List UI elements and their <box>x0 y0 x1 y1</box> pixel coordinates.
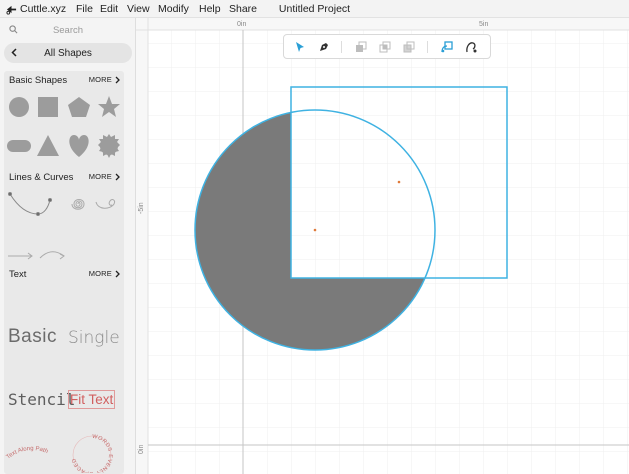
star-shape-icon <box>98 96 120 117</box>
square-center-point[interactable] <box>397 180 401 184</box>
menu-edit[interactable]: Edit <box>100 3 118 15</box>
canvas-svg: 0in 5in -5in 0in <box>136 18 629 474</box>
lines-curves-section: Lines & Curves MORE <box>4 168 124 272</box>
all-shapes-button[interactable]: All Shapes <box>4 43 132 63</box>
chevron-right-icon <box>115 76 120 83</box>
menu-bar: Cuttle.xyz File Edit View Modify Help Sh… <box>0 0 629 18</box>
chevron-right-icon <box>115 270 120 277</box>
menu-help[interactable]: Help <box>199 3 221 15</box>
more-label: MORE <box>88 75 112 84</box>
circle-shape-icon <box>9 97 29 117</box>
ruler-label-0in: 0in <box>237 21 246 28</box>
intersect-icon[interactable] <box>402 40 416 54</box>
toolbar-separator <box>341 41 342 53</box>
lines-curves-more-button[interactable]: MORE <box>89 172 120 181</box>
basic-shapes-section: Basic Shapes MORE <box>4 71 124 173</box>
chevron-right-icon <box>115 173 120 180</box>
toolbar-separator <box>427 41 428 53</box>
link-icon[interactable] <box>440 40 454 54</box>
text-sample-stencil[interactable]: Stencil <box>8 390 75 409</box>
menu-view[interactable]: View <box>127 3 150 15</box>
triangle-shape-icon <box>37 135 59 156</box>
difference-icon[interactable] <box>378 40 392 54</box>
text-section: Text MORE Basic Single Stencil Fit Text … <box>4 265 124 474</box>
spiral-icon <box>71 199 85 210</box>
menu-modify[interactable]: Modify <box>158 3 189 15</box>
more-label: MORE <box>88 172 112 181</box>
cuttle-logo-icon <box>6 5 17 15</box>
bezier-curve-icon <box>8 192 52 216</box>
curved-arrow-icon <box>39 251 65 260</box>
arrow-line-icon <box>8 252 33 260</box>
pointer-tool-icon[interactable] <box>293 40 307 54</box>
project-title[interactable]: Untitled Project <box>279 3 350 15</box>
pen-tool-icon[interactable] <box>317 40 331 54</box>
shapes-sidebar: All Shapes Basic Shapes MORE <box>0 18 136 474</box>
text-along-path-sample: Text Along Path <box>6 446 49 461</box>
ruler-label-0in-vertical: 0in <box>138 445 145 454</box>
square-shape-icon <box>38 97 58 117</box>
text-path-samples: Text Along Path WORDS EVENLY SPACED <box>6 434 113 473</box>
menu-file[interactable]: File <box>76 3 93 15</box>
ruler-label-minus-5in: -5in <box>138 202 145 214</box>
search-icon <box>9 25 18 34</box>
floating-toolbar <box>283 34 491 59</box>
lines-curves-grid <box>8 192 115 260</box>
design-canvas[interactable]: 0in 5in -5in 0in <box>136 18 629 474</box>
pentagon-shape-icon <box>68 97 90 117</box>
app-name: Cuttle.xyz <box>20 3 67 15</box>
circle-center-point[interactable] <box>313 228 317 232</box>
text-sample-single[interactable]: Single <box>68 328 120 348</box>
left-ruler <box>136 18 148 474</box>
app-logo[interactable]: Cuttle.xyz <box>6 3 66 15</box>
search-bar <box>4 22 132 38</box>
words-evenly-spaced-sample: WORDS EVENLY SPACED <box>71 434 113 473</box>
basic-shapes-grid <box>7 96 120 158</box>
ruler-label-5in: 5in <box>479 21 488 28</box>
spiral-curl-icon <box>95 199 115 209</box>
heart-shape-icon <box>69 135 89 157</box>
union-icon[interactable] <box>354 40 368 54</box>
pen-path-icon[interactable] <box>464 40 478 54</box>
basic-shapes-more-button[interactable]: MORE <box>89 75 120 84</box>
text-sample-fit-text[interactable]: Fit Text <box>68 390 116 409</box>
basic-shapes-title: Basic Shapes <box>9 75 68 86</box>
top-ruler <box>136 18 629 30</box>
text-more-button[interactable]: MORE <box>89 269 120 278</box>
text-sample-basic[interactable]: Basic <box>8 326 57 348</box>
more-label: MORE <box>88 269 112 278</box>
all-shapes-label: All Shapes <box>44 48 92 59</box>
text-section-title: Text <box>9 269 27 280</box>
lines-curves-title: Lines & Curves <box>9 172 74 183</box>
search-input[interactable] <box>4 22 132 38</box>
menu-share[interactable]: Share <box>229 3 257 15</box>
pill-shape-icon <box>7 140 31 152</box>
